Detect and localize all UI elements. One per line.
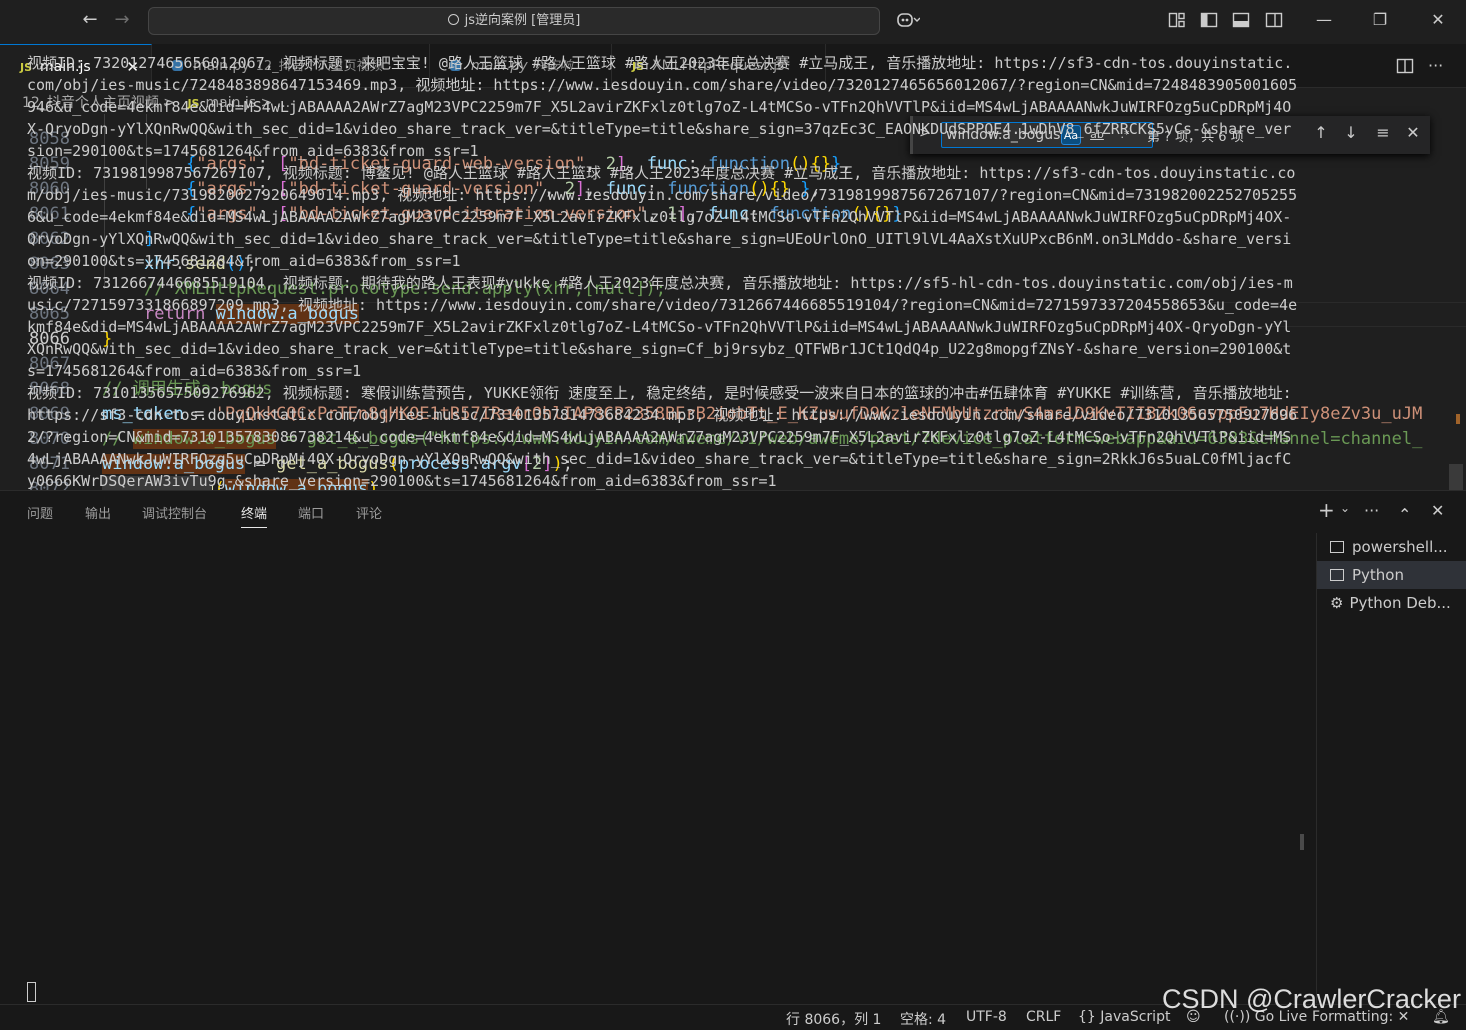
- back-button[interactable]: ←: [78, 9, 102, 30]
- terminal-icon: [1330, 569, 1344, 581]
- chevron-down-icon[interactable]: ⌄: [1340, 501, 1350, 515]
- layout-customize-icon[interactable]: [1168, 11, 1186, 29]
- title-bar: ← → js逆向案例 [管理员] — ❐ ✕: [0, 0, 1466, 42]
- close-find-button[interactable]: ✕: [1403, 123, 1423, 142]
- tab-output[interactable]: 输出: [85, 503, 111, 522]
- terminal-icon: [1330, 541, 1344, 553]
- tab-debug-console[interactable]: 调试控制台: [142, 503, 207, 522]
- split-editor-icon[interactable]: [1396, 57, 1414, 75]
- cursor-position[interactable]: 行 8066，列 1: [786, 1009, 881, 1029]
- more-actions-icon[interactable]: ···: [1428, 56, 1443, 75]
- terminal-cursor: [27, 982, 36, 1002]
- toggle-secondary-sidebar-icon[interactable]: [1265, 11, 1283, 29]
- terminal-item-powershell[interactable]: powershell...: [1317, 533, 1466, 561]
- indentation[interactable]: 空格: 4: [900, 1009, 946, 1029]
- bottom-panel: 问题 输出 调试控制台 终端 端口 评论 + ⌄ ··· ⌃ ✕: [0, 490, 1466, 1004]
- scrollbar-match-marker: [1456, 414, 1460, 424]
- terminal-output[interactable]: 视频ID: 7320127465656012067, 视频标题: 来吧宝宝! @…: [27, 52, 1299, 502]
- restore-button[interactable]: ❐: [1370, 10, 1390, 29]
- terminal-item-label: Python: [1352, 566, 1404, 584]
- debug-gear-icon: ⚙: [1330, 594, 1344, 612]
- toggle-panel-icon[interactable]: [1232, 11, 1250, 29]
- vertical-scrollbar[interactable]: [1449, 464, 1463, 490]
- panel-more-icon[interactable]: ···: [1364, 501, 1379, 520]
- terminal-item-python-debug[interactable]: ⚙ Python Deb...: [1317, 589, 1466, 617]
- terminal-scrollbar[interactable]: [1300, 834, 1304, 850]
- encoding[interactable]: UTF-8: [966, 1009, 1007, 1025]
- terminal-item-label: powershell...: [1352, 538, 1448, 556]
- previous-match-button[interactable]: ↑: [1311, 123, 1331, 142]
- language-mode[interactable]: {} JavaScript: [1078, 1009, 1170, 1025]
- next-match-button[interactable]: ↓: [1341, 123, 1361, 142]
- tab-ports[interactable]: 端口: [298, 503, 324, 522]
- command-center-label: js逆向案例 [管理员]: [464, 13, 581, 28]
- copilot-icon[interactable]: [896, 11, 920, 29]
- terminal-item-label: Python Deb...: [1349, 594, 1451, 612]
- watermark: CSDN @CrawlerCracker: [1162, 984, 1461, 1014]
- terminal-item-python[interactable]: Python: [1317, 561, 1466, 589]
- close-window-button[interactable]: ✕: [1428, 10, 1448, 29]
- tab-comments[interactable]: 评论: [356, 503, 382, 522]
- toggle-sidebar-icon[interactable]: [1200, 11, 1218, 29]
- close-panel-icon[interactable]: ✕: [1431, 501, 1444, 520]
- tab-terminal[interactable]: 终端: [241, 503, 268, 528]
- new-terminal-button[interactable]: +: [1318, 498, 1335, 522]
- command-center-search[interactable]: js逆向案例 [管理员]: [148, 7, 880, 35]
- terminal-list: powershell... Python ⚙ Python Deb...: [1316, 533, 1466, 1003]
- search-icon: [447, 14, 459, 25]
- end-of-line[interactable]: CRLF: [1026, 1009, 1061, 1025]
- minimize-button[interactable]: —: [1314, 10, 1334, 29]
- forward-button[interactable]: →: [110, 9, 134, 30]
- maximize-panel-icon[interactable]: ⌃: [1398, 505, 1411, 524]
- tab-problems[interactable]: 问题: [27, 503, 53, 522]
- find-in-selection-button[interactable]: ≡: [1373, 123, 1393, 142]
